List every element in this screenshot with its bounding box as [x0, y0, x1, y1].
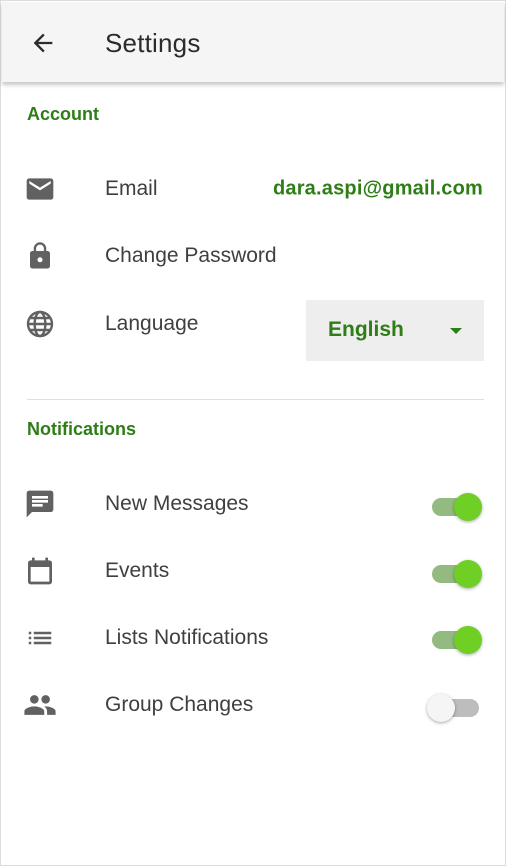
email-label: Email — [105, 177, 158, 200]
change-password-label: Change Password — [105, 244, 277, 267]
list-icon — [23, 621, 57, 655]
lists-notifications-toggle[interactable] — [428, 624, 484, 654]
globe-icon — [23, 307, 57, 341]
language-dropdown[interactable]: English — [306, 300, 484, 361]
email-value: dara.aspi@gmail.com — [272, 177, 483, 200]
toggle-thumb — [454, 493, 482, 521]
calendar-icon — [23, 554, 57, 588]
settings-screen: Settings Account Email dara.aspi@gmail.c… — [0, 0, 506, 866]
lock-icon — [23, 239, 57, 273]
toggle-thumb — [454, 560, 482, 588]
section-divider — [27, 399, 484, 400]
group-changes-toggle[interactable] — [427, 692, 483, 722]
caret-down-icon — [450, 328, 462, 334]
section-header-notifications: Notifications — [27, 419, 137, 439]
events-label: Events — [105, 559, 170, 582]
toggle-thumb — [454, 626, 482, 654]
group-icon — [23, 688, 57, 722]
language-selected-value: English — [328, 318, 404, 341]
new-messages-label: New Messages — [105, 492, 249, 515]
new-messages-toggle[interactable] — [428, 491, 484, 521]
page-title: Settings — [105, 28, 201, 58]
settings-row-email[interactable]: Email dara.aspi@gmail.com — [1, 167, 506, 211]
toggle-thumb — [427, 694, 455, 722]
language-label: Language — [105, 312, 199, 335]
group-changes-label: Group Changes — [105, 693, 254, 716]
app-bar: Settings — [2, 2, 504, 82]
message-icon — [23, 487, 57, 521]
mail-icon — [23, 172, 57, 206]
settings-row-change-password[interactable]: Change Password — [1, 234, 506, 278]
arrow-left-icon — [33, 33, 53, 53]
lists-notifications-label: Lists Notifications — [105, 626, 269, 649]
section-header-account: Account — [27, 104, 99, 124]
back-button[interactable] — [24, 24, 62, 62]
events-toggle[interactable] — [428, 558, 484, 588]
